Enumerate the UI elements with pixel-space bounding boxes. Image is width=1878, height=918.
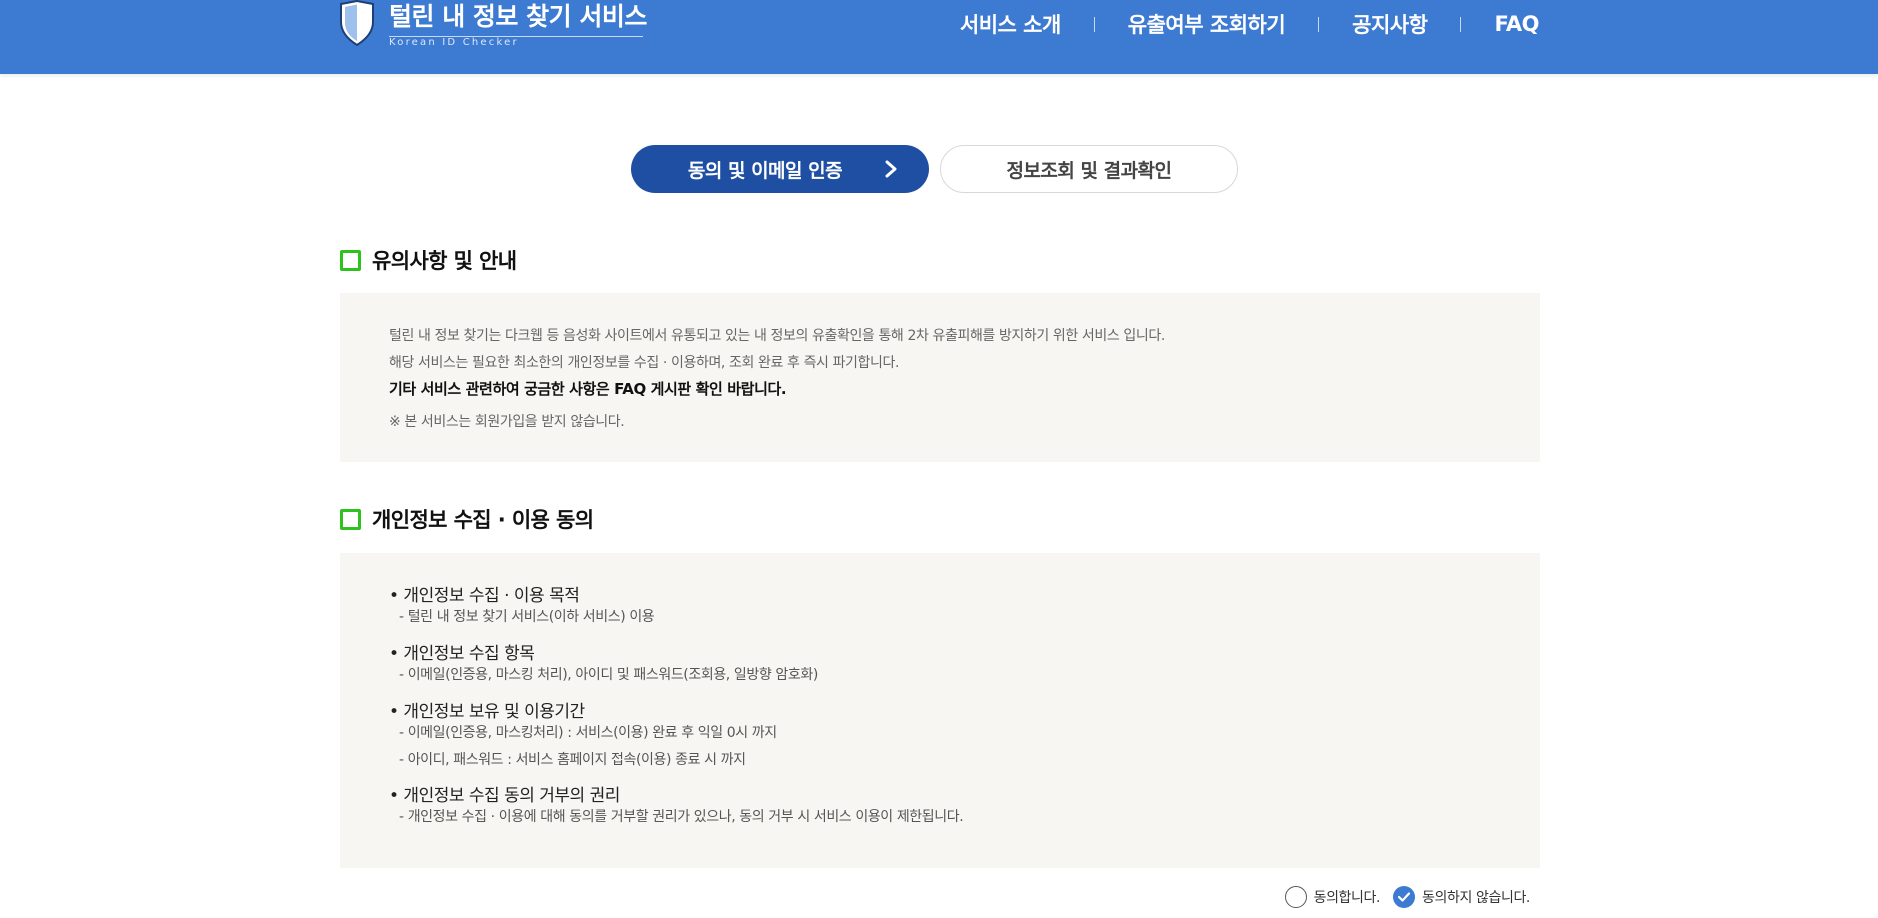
consent-title: 개인정보 수집 · 이용 동의 xyxy=(372,508,594,532)
terms-detail: - 털린 내 정보 찾기 서비스(이하 서비스) 이용 xyxy=(399,609,655,625)
consent-panel: • 개인정보 수집 · 이용 목적 - 털린 내 정보 찾기 서비스(이하 서비… xyxy=(340,553,1540,868)
top-header: 털린 내 정보 찾기 서비스 Korean ID Checker 서비스 소개 … xyxy=(0,0,1878,74)
logo-subtitle: Korean ID Checker xyxy=(389,36,643,49)
nav-divider xyxy=(1460,16,1462,32)
terms-detail: - 개인정보 수집 · 이용에 대해 동의를 거부할 권리가 있으나, 동의 거… xyxy=(399,809,964,825)
consent-section-heading: 개인정보 수집 · 이용 동의 xyxy=(340,504,594,534)
checkmark-icon xyxy=(1397,892,1411,902)
nav-divider xyxy=(1093,16,1095,32)
chevron-right-icon xyxy=(885,160,897,178)
site-logo[interactable]: 털린 내 정보 찾기 서비스 Korean ID Checker xyxy=(339,0,647,49)
agree-radio[interactable]: 동의합니다. xyxy=(1284,886,1381,908)
notice-panel: 털린 내 정보 찾기는 다크웹 등 음성화 사이트에서 유통되고 있는 내 정보… xyxy=(340,293,1540,462)
terms-detail: - 이메일(인증용, 마스킹처리) : 서비스(이용) 완료 후 익일 0시 까… xyxy=(399,725,777,741)
terms-detail: - 이메일(인증용, 마스킹 처리), 아이디 및 패스워드(조회용, 일방향 … xyxy=(399,667,818,683)
green-square-icon xyxy=(340,249,361,271)
logo-title: 털린 내 정보 찾기 서비스 xyxy=(389,2,647,31)
notice-line: 털린 내 정보 찾기는 다크웹 등 음성화 사이트에서 유통되고 있는 내 정보… xyxy=(389,328,1165,344)
step-lookup-result[interactable]: 정보조회 및 결과확인 xyxy=(940,145,1238,193)
terms-heading: • 개인정보 수집 · 이용 목적 xyxy=(389,586,580,606)
shield-logo-icon xyxy=(340,0,374,46)
nav-service-intro[interactable]: 서비스 소개 xyxy=(960,9,1061,39)
nav-divider xyxy=(1318,16,1320,32)
step-consent-email[interactable]: 동의 및 이메일 인증 xyxy=(631,145,929,193)
green-square-icon xyxy=(340,508,361,530)
notice-title: 유의사항 및 안내 xyxy=(372,249,517,273)
notice-section-heading: 유의사항 및 안내 xyxy=(340,245,517,275)
terms-detail: - 아이디, 패스워드 : 서비스 홈페이지 접속(이용) 종료 시 까지 xyxy=(399,752,746,768)
disagree-label: 동의하지 않습니다. xyxy=(1422,890,1530,906)
radio-unchecked-icon[interactable] xyxy=(1284,886,1307,908)
terms-heading: • 개인정보 수집 항목 xyxy=(389,644,535,664)
step-indicator: 동의 및 이메일 인증 정보조회 및 결과확인 xyxy=(631,145,1238,193)
notice-line-membership: ※ 본 서비스는 회원가입을 받지 않습니다. xyxy=(389,414,625,430)
step-consent-label: 동의 및 이메일 인증 xyxy=(687,159,843,182)
step-lookup-label: 정보조회 및 결과확인 xyxy=(1006,159,1172,182)
radio-checked-icon[interactable] xyxy=(1393,886,1416,908)
agree-label: 동의합니다. xyxy=(1313,890,1381,906)
notice-line: 해당 서비스는 필요한 최소한의 개인정보를 수집 · 이용하며, 조회 완료 … xyxy=(389,355,900,371)
notice-line-faq: 기타 서비스 관련하여 궁금한 사항은 FAQ 게시판 확인 바랍니다. xyxy=(389,380,787,398)
terms-heading: • 개인정보 수집 동의 거부의 권리 xyxy=(389,786,620,806)
consent-radio-group: 동의합니다. 동의하지 않습니다. xyxy=(1272,886,1530,908)
nav-faq[interactable]: FAQ xyxy=(1494,12,1539,36)
nav-notices[interactable]: 공지사항 xyxy=(1352,9,1428,39)
terms-heading: • 개인정보 보유 및 이용기간 xyxy=(389,702,585,722)
main-nav: 서비스 소개 유출여부 조회하기 공지사항 FAQ xyxy=(960,8,1540,40)
nav-leak-check[interactable]: 유출여부 조회하기 xyxy=(1128,9,1286,39)
disagree-radio[interactable]: 동의하지 않습니다. xyxy=(1393,886,1530,908)
